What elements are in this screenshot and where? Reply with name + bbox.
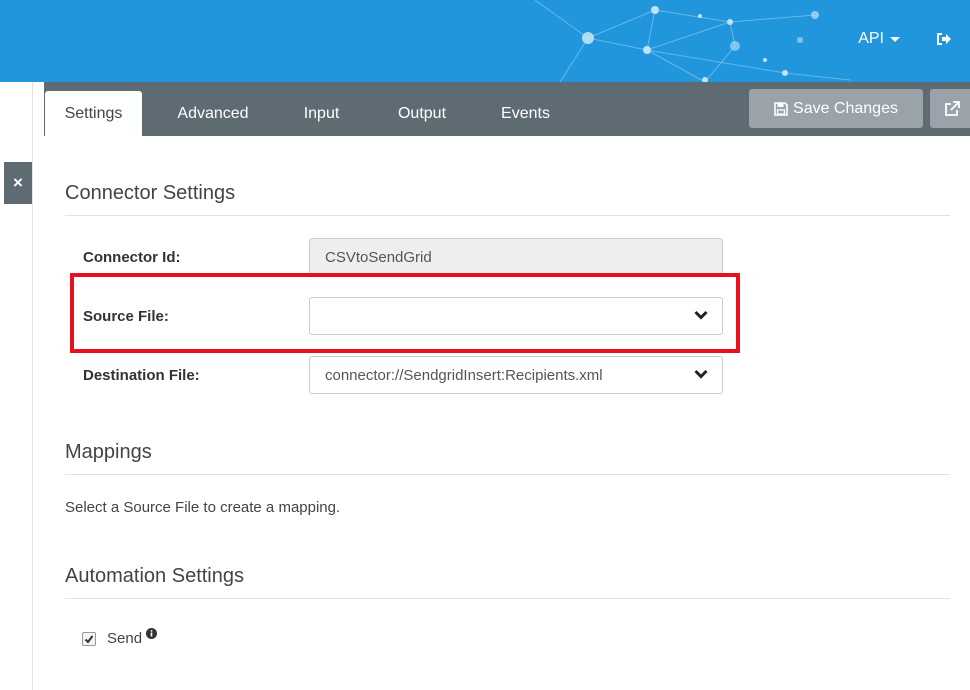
destination-file-value: connector://SendgridInsert:Recipients.xm… [325,366,603,384]
info-circle-icon[interactable] [146,628,158,639]
tab-events[interactable]: Events [484,91,567,136]
mappings-heading: Mappings [65,441,950,475]
close-panel-button[interactable]: × [4,162,32,204]
send-option: Send [82,628,158,647]
chevron-down-icon [694,369,708,379]
connector-id-label: Connector Id: [83,249,181,266]
connector-settings-heading: Connector Settings [65,182,950,216]
destination-file-select[interactable]: connector://SendgridInsert:Recipients.xm… [309,356,723,394]
tab-input[interactable]: Input [284,91,359,136]
open-external-button[interactable] [930,89,970,128]
source-file-highlight [70,273,740,353]
mappings-help-text: Select a Source File to create a mapping… [65,499,341,516]
api-menu[interactable]: API [858,30,900,48]
external-link-icon [945,100,960,116]
checkmark-icon [84,634,94,644]
destination-file-label: Destination File: [83,367,200,384]
top-header: API [0,0,970,82]
tab-advanced[interactable]: Advanced [164,91,262,136]
sign-out-icon[interactable] [936,32,952,51]
network-decoration [534,0,851,82]
save-changes-button[interactable]: Save Changes [749,89,923,128]
automation-settings-heading: Automation Settings [65,565,950,599]
save-changes-label: Save Changes [793,99,898,117]
caret-down-icon [890,36,900,42]
connector-id-field: CSVtoSendGrid [309,238,723,276]
tab-settings[interactable]: Settings [45,91,142,136]
api-menu-label: API [858,30,884,47]
floppy-disk-icon [774,101,788,116]
close-icon: × [13,173,23,192]
tab-output[interactable]: Output [380,91,464,136]
tab-bar: Settings Advanced Input Output Events Sa… [44,82,970,136]
panel-divider [32,82,33,690]
send-checkbox[interactable] [82,631,96,646]
send-label: Send [107,630,143,647]
